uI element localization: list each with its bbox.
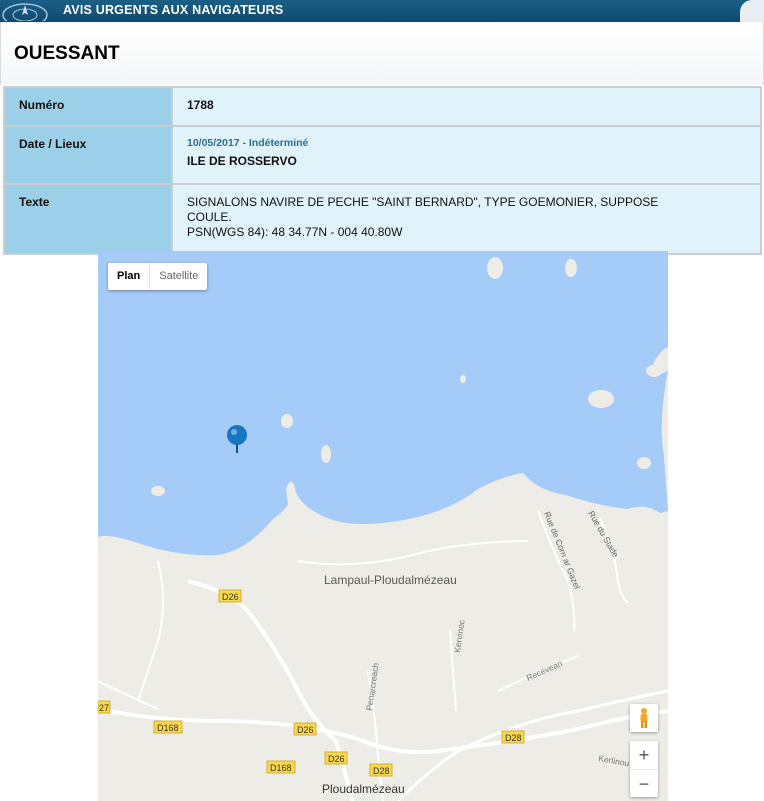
place-label-lampaul: Lampaul-Ploudalmézeau <box>324 573 457 587</box>
island-3 <box>281 414 293 428</box>
texte-line-3: PSN(WGS 84): 48 34.77N - 004 40.80W <box>187 225 403 239</box>
road-shield-d168-1: D168 <box>153 720 183 734</box>
page-heading: OUESSANT <box>0 22 764 85</box>
road-shield-27: 27 <box>98 700 111 714</box>
map-type-control: Plan Satellite <box>108 263 208 290</box>
header-corner <box>740 0 764 22</box>
header-bar: AVIS URGENTS AUX NAVIGATEURS <box>0 0 764 22</box>
table-row: Texte SIGNALONS NAVIRE DE PECHE "SAINT B… <box>4 184 761 254</box>
svg-text:D26: D26 <box>328 754 345 764</box>
numero-value: 1788 <box>187 98 214 112</box>
svg-text:D168: D168 <box>157 723 179 733</box>
notice-table: Numéro 1788 Date / Lieux 10/05/2017 - In… <box>3 86 762 255</box>
island-1 <box>487 257 503 279</box>
island-8 <box>637 457 651 469</box>
page-title: OUESSANT <box>14 43 120 64</box>
table-row: Numéro 1788 <box>4 87 761 126</box>
svg-text:D28: D28 <box>505 733 522 743</box>
road-shield-d26-1: D26 <box>218 589 242 603</box>
svg-text:27: 27 <box>99 703 109 713</box>
table-row: Date / Lieux 10/05/2017 - Indéterminé IL… <box>4 126 761 184</box>
date-cell: 10/05/2017 - Indéterminé ILE DE ROSSERVO <box>172 126 761 184</box>
road-shield-d26-3: D26 <box>324 751 348 765</box>
date-label: Date / Lieux <box>4 126 172 184</box>
zoom-in-button[interactable]: + <box>630 741 658 769</box>
lieu-value: ILE DE ROSSERVO <box>187 154 297 168</box>
texte-line-2: COULE. <box>187 210 232 224</box>
svg-text:D28: D28 <box>373 766 390 776</box>
svg-text:D168: D168 <box>270 763 292 773</box>
pegman-icon <box>640 708 648 728</box>
island-9 <box>646 365 662 377</box>
street-view-pegman-button[interactable] <box>630 704 658 732</box>
road-shield-d28-1: D28 <box>501 730 525 744</box>
svg-text:D26: D26 <box>297 725 314 735</box>
map-type-satellite-button[interactable]: Satellite <box>150 263 207 290</box>
svg-text:D26: D26 <box>222 592 239 602</box>
header-title: AVIS URGENTS AUX NAVIGATEURS <box>63 3 284 17</box>
date-value: 10/05/2017 - Indéterminé <box>187 137 309 149</box>
zoom-control: + − <box>630 741 658 797</box>
numero-label: Numéro <box>4 87 172 126</box>
map-type-plan-button[interactable]: Plan <box>108 263 151 290</box>
map-view[interactable]: Lampaul-Ploudalmézeau Ploudalmézeau D26 … <box>98 251 668 801</box>
island-6 <box>588 390 614 408</box>
texte-label: Texte <box>4 184 172 254</box>
island-2 <box>565 259 577 277</box>
island-4 <box>321 445 331 463</box>
island-5 <box>460 375 466 383</box>
island-7 <box>151 486 165 496</box>
map-canvas[interactable]: Lampaul-Ploudalmézeau Ploudalmézeau D26 … <box>98 251 668 801</box>
numero-cell: 1788 <box>172 87 761 126</box>
texte-line-1: SIGNALONS NAVIRE DE PECHE "SAINT BERNARD… <box>187 195 659 209</box>
road-shield-d28-2: D28 <box>369 763 393 777</box>
zoom-out-button[interactable]: − <box>630 769 658 798</box>
road-shield-d26-2: D26 <box>293 722 317 736</box>
road-shield-d168-2: D168 <box>266 760 296 774</box>
place-label-ploudalmezeau: Ploudalmézeau <box>322 782 405 796</box>
compass-logo-icon <box>2 3 48 21</box>
texte-cell: SIGNALONS NAVIRE DE PECHE "SAINT BERNARD… <box>172 184 761 254</box>
